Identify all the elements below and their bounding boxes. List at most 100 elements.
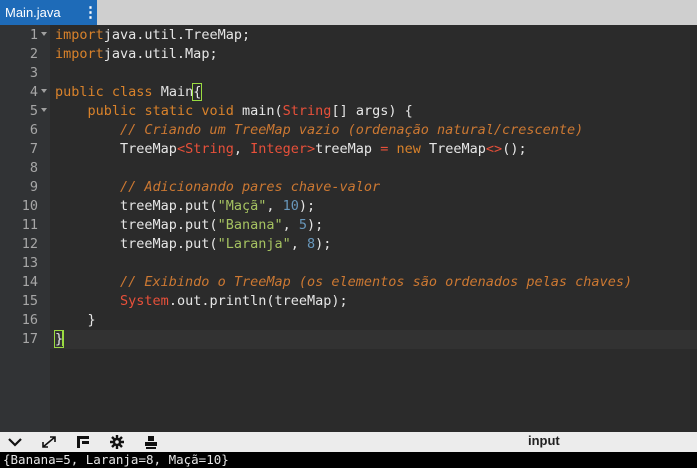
- line-number: 14: [21, 274, 38, 290]
- code-token: ();: [502, 141, 527, 157]
- code-keyword: import: [55, 27, 104, 43]
- code-token: .out.println(treeMap);: [168, 293, 348, 309]
- line-number: 16: [21, 312, 38, 328]
- code-keyword: class: [111, 84, 153, 100]
- code-comment: // Criando um TreeMap vazio (ordenação n…: [120, 122, 584, 138]
- code-line[interactable]: 10 treeMap.put("Maçã", 10);: [0, 197, 697, 216]
- code-line[interactable]: 4 public class Main{: [0, 83, 697, 102]
- fold-arrow-icon[interactable]: [41, 32, 47, 36]
- tab-menu-icon[interactable]: ⋮: [83, 3, 98, 21]
- code-token: java.util.Map;: [103, 46, 218, 62]
- code-text[interactable]: treeMap.put("Maçã", 10);: [55, 197, 315, 216]
- code-text[interactable]: // Criando um TreeMap vazio (ordenação n…: [55, 121, 583, 140]
- code-token: TreeMap: [429, 141, 486, 157]
- tab-main-java[interactable]: Main.java ⋮: [0, 0, 98, 25]
- code-text[interactable]: TreeMap<String, Integer>treeMap = new Tr…: [55, 140, 527, 159]
- code-line[interactable]: 11 treeMap.put("Banana", 5);: [0, 216, 697, 235]
- chevron-down-icon[interactable]: [6, 434, 24, 450]
- code-line[interactable]: 13: [0, 254, 697, 273]
- code-line[interactable]: 15 System.out.println(treeMap);: [0, 292, 697, 311]
- code-number: 10: [282, 198, 299, 214]
- stamp-icon[interactable]: [142, 434, 160, 450]
- code-editor[interactable]: 1 importjava.util.TreeMap; 2 importjava.uti…: [0, 25, 697, 432]
- code-token: treeMap.put(: [120, 217, 218, 233]
- code-text[interactable]: // Adicionando pares chave-valor: [55, 178, 380, 197]
- code-text[interactable]: }: [55, 311, 96, 330]
- code-token: <>: [485, 141, 503, 157]
- code-line[interactable]: 8: [0, 159, 697, 178]
- code-line[interactable]: 14 // Exibindo o TreeMap (os elementos s…: [0, 273, 697, 292]
- code-line[interactable]: 17}: [0, 330, 697, 349]
- line-number: 1: [29, 27, 38, 43]
- code-token: );: [315, 236, 332, 252]
- code-token: );: [298, 198, 316, 214]
- code-token: ,: [282, 217, 299, 233]
- code-line[interactable]: 3: [0, 64, 697, 83]
- code-string: "Maçã": [217, 198, 267, 214]
- code-line[interactable]: 2 importjava.util.Map;: [0, 45, 697, 64]
- expand-icon[interactable]: [40, 434, 58, 450]
- bottom-toolbar: input: [0, 432, 697, 452]
- code-line[interactable]: 12 treeMap.put("Laranja", 8);: [0, 235, 697, 254]
- fold-arrow-icon[interactable]: [41, 108, 47, 112]
- line-number: 7: [29, 141, 38, 157]
- code-line[interactable]: 9 // Adicionando pares chave-valor: [0, 178, 697, 197]
- fold-arrow-icon[interactable]: [41, 89, 47, 93]
- code-text[interactable]: public class Main{: [55, 83, 203, 102]
- code-keyword: import: [55, 46, 104, 62]
- code-token: {: [192, 83, 203, 101]
- code-text[interactable]: // Exibindo o TreeMap (os elementos são …: [55, 273, 632, 292]
- line-number: 17: [21, 331, 38, 347]
- code-text[interactable]: System.out.println(treeMap);: [55, 292, 348, 311]
- code-token: Integer>: [250, 141, 316, 157]
- line-number: 3: [29, 65, 38, 81]
- code-keyword: public: [55, 84, 104, 100]
- code-comment: // Adicionando pares chave-valor: [120, 179, 381, 195]
- code-token: treeMap: [315, 141, 373, 157]
- code-text[interactable]: public static void main(String[] args) {: [55, 102, 413, 121]
- code-string: "Banana": [217, 217, 283, 233]
- code-text[interactable]: treeMap.put("Laranja", 8);: [55, 235, 331, 254]
- code-token: String: [282, 103, 332, 119]
- code-token: ,: [290, 236, 307, 252]
- code-keyword: public: [87, 103, 137, 119]
- layout-icon[interactable]: [74, 434, 92, 450]
- tab-title[interactable]: Main.java: [5, 5, 61, 20]
- code-text[interactable]: importjava.util.Map;: [55, 45, 218, 64]
- tab-bar: Main.java ⋮: [0, 0, 697, 25]
- code-line[interactable]: 1 importjava.util.TreeMap;: [0, 26, 697, 45]
- code-text[interactable]: treeMap.put("Banana", 5);: [55, 216, 323, 235]
- code-line[interactable]: 5 public static void main(String[] args)…: [0, 102, 697, 121]
- code-text[interactable]: importjava.util.TreeMap;: [55, 26, 250, 45]
- line-number: 2: [29, 46, 38, 62]
- code-text[interactable]: }: [53, 330, 65, 349]
- code-token: ,: [266, 198, 283, 214]
- code-line[interactable]: 16 }: [0, 311, 697, 330]
- input-label[interactable]: input: [528, 433, 560, 448]
- gear-icon[interactable]: [108, 434, 126, 450]
- code-line[interactable]: 7 TreeMap<String, Integer>treeMap = new …: [0, 140, 697, 159]
- code-token: System: [120, 293, 169, 309]
- code-token: }: [87, 312, 96, 328]
- line-number: 4: [29, 84, 38, 100]
- code-token: <String: [176, 141, 234, 157]
- line-number: 10: [21, 198, 38, 214]
- code-number: 5: [298, 217, 308, 233]
- code-keyword: new: [396, 141, 421, 157]
- code-line[interactable]: 6 // Criando um TreeMap vazio (ordenação…: [0, 121, 697, 140]
- line-number: 15: [21, 293, 38, 309]
- code-token: treeMap.put(: [120, 198, 218, 214]
